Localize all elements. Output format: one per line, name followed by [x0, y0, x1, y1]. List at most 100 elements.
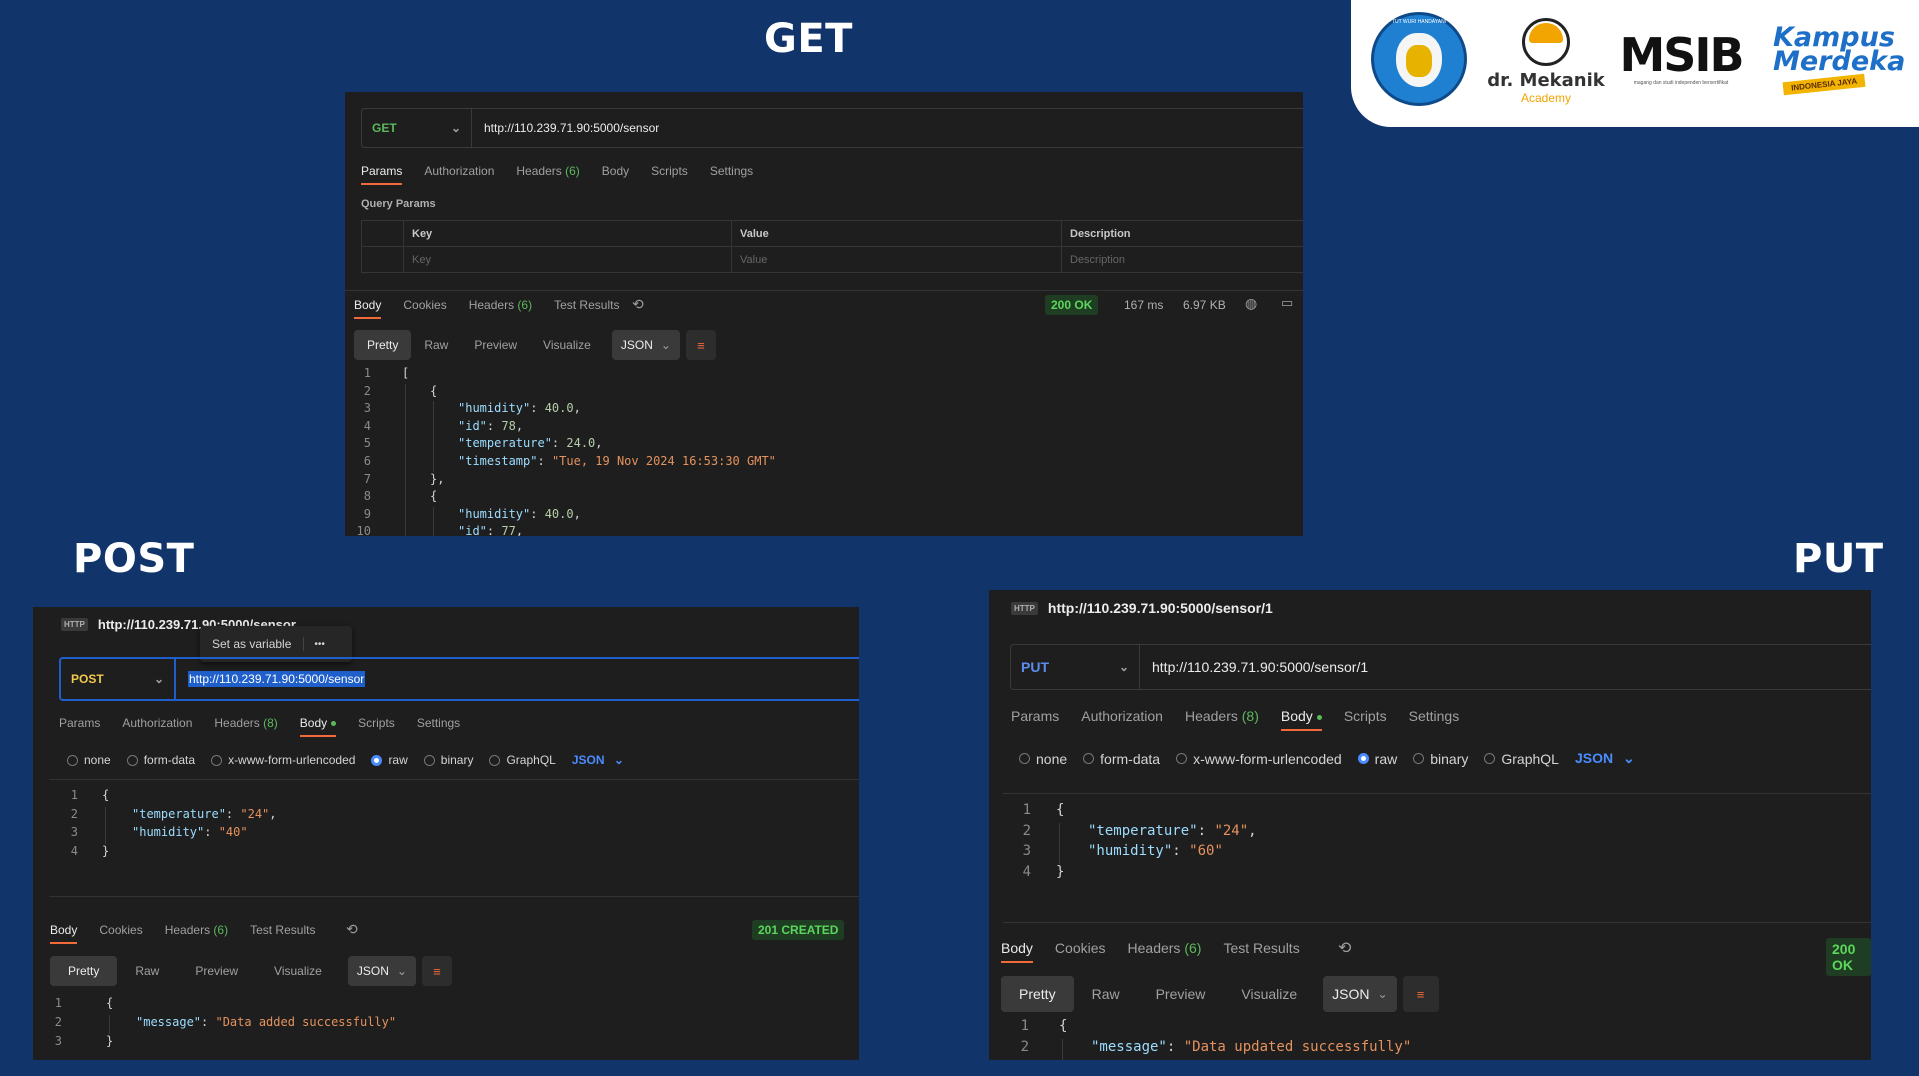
tab-scripts[interactable]: Scripts — [1344, 708, 1387, 724]
code-token: "timestamp" — [458, 454, 538, 468]
format-pretty[interactable]: Pretty — [50, 956, 118, 986]
code-text: "id": 78, — [458, 419, 523, 433]
body-type-graphql[interactable]: GraphQL — [1484, 751, 1559, 767]
format-raw[interactable]: Raw — [1074, 976, 1138, 1012]
tab-headers[interactable]: Headers (6) — [165, 923, 228, 937]
tab-authorization[interactable]: Authorization — [424, 164, 494, 178]
tab-body[interactable]: Body — [354, 298, 382, 319]
tab-params[interactable]: Params — [361, 164, 403, 185]
tab-body[interactable]: Body — [1280, 708, 1322, 731]
request-name[interactable]: http://110.239.71.90:5000/sensor/1 — [1048, 600, 1273, 616]
format-pretty[interactable]: Pretty — [1001, 976, 1074, 1012]
method-select[interactable]: GET ⌄ — [362, 109, 472, 147]
tab-cookies[interactable]: Cookies — [99, 923, 142, 937]
body-type-none[interactable]: none — [67, 753, 111, 767]
body-type-binary[interactable]: binary — [423, 753, 473, 767]
description-input[interactable]: Description — [1061, 246, 1303, 273]
tab-headers[interactable]: Headers (6) — [469, 298, 532, 312]
tab-settings[interactable]: Settings — [1409, 708, 1460, 724]
request-body-editor[interactable]: 1{2 "temperature": "24", 3 "humidity": "40"… — [49, 779, 859, 897]
format-select[interactable]: JSON ⌄ — [611, 330, 680, 360]
tab-scripts[interactable]: Scripts — [358, 716, 395, 730]
body-type-x-www-form-urlencoded[interactable]: x-www-form-urlencoded — [211, 753, 355, 767]
format-select[interactable]: JSON ⌄ — [1323, 976, 1397, 1012]
history-icon[interactable]: ⟲ — [1338, 938, 1351, 958]
format-pretty[interactable]: Pretty — [354, 330, 412, 360]
value-input[interactable]: Value — [731, 246, 1062, 273]
history-icon[interactable]: ⟲ — [632, 296, 644, 313]
format-preview[interactable]: Preview — [177, 956, 256, 986]
body-type-binary[interactable]: binary — [1413, 751, 1468, 767]
method-select[interactable]: POST ⌄ — [61, 659, 176, 699]
tab-body[interactable]: Body — [1001, 940, 1033, 963]
radio-label: none — [1036, 750, 1068, 767]
code-line: 3 "humidity": 40.0, — [345, 401, 1303, 419]
query-params-table: Key Value Description Key Value Descript… — [361, 220, 1303, 273]
tab-headers[interactable]: Headers (8) — [1185, 708, 1259, 724]
code-line: 2 "temperature": "24", — [49, 806, 859, 825]
tab-params[interactable]: Params — [1011, 708, 1059, 724]
body-type-form-data[interactable]: form-data — [126, 753, 195, 767]
format-raw[interactable]: Raw — [411, 330, 461, 360]
tab-authorization[interactable]: Authorization — [122, 716, 192, 730]
format-raw[interactable]: Raw — [117, 956, 177, 986]
format-preview[interactable]: Preview — [461, 330, 530, 360]
tab-body[interactable]: Body — [602, 164, 629, 178]
tab-authorization[interactable]: Authorization — [1081, 708, 1163, 724]
tab-cookies[interactable]: Cookies — [1055, 940, 1106, 956]
response-tabs: Body Cookies Headers (6) Test Results — [354, 298, 641, 319]
tab-count: (6) — [565, 164, 580, 178]
body-type-form-data[interactable]: form-data — [1083, 751, 1160, 767]
globe-icon[interactable]: ◍ — [1245, 295, 1257, 312]
indent-guide — [433, 506, 434, 525]
wrap-lines-icon[interactable]: ≡ — [685, 330, 716, 360]
tab-scripts[interactable]: Scripts — [651, 164, 688, 178]
body-type-graphql[interactable]: GraphQL — [489, 753, 556, 767]
tab-test-results[interactable]: Test Results — [554, 298, 619, 312]
format-visualize[interactable]: Visualize — [530, 330, 604, 360]
request-body-editor[interactable]: 1{2 "temperature": "24", 3 "humidity": "60"… — [1003, 793, 1871, 923]
tab-settings[interactable]: Settings — [417, 716, 460, 730]
url-input[interactable]: http://110.239.71.90:5000/sensor — [472, 121, 659, 135]
save-response-icon[interactable]: ▭ — [1281, 295, 1293, 311]
tab-body[interactable]: Body — [50, 923, 78, 944]
body-type-x-www-form-urlencoded[interactable]: x-www-form-urlencoded — [1176, 751, 1342, 767]
tab-params[interactable]: Params — [59, 716, 100, 730]
method-select[interactable]: PUT ⌄ — [1011, 645, 1140, 689]
body-format-select[interactable]: JSON ⌄ — [572, 753, 624, 767]
code-text: } — [102, 844, 109, 858]
body-format-select[interactable]: JSON ⌄ — [1575, 750, 1635, 767]
more-options-icon[interactable]: ••• — [304, 639, 335, 650]
method-label: PUT — [1021, 659, 1049, 675]
wrap-lines-icon[interactable]: ≡ — [1402, 976, 1439, 1012]
format-visualize[interactable]: Visualize — [1223, 976, 1315, 1012]
tab-headers[interactable]: Headers (6) — [516, 164, 579, 178]
code-token: { — [1059, 1018, 1068, 1034]
code-token: "temperature" — [132, 806, 226, 821]
set-as-variable-button[interactable]: Set as variable — [200, 637, 305, 651]
tab-settings[interactable]: Settings — [710, 164, 753, 178]
tab-headers[interactable]: Headers (6) — [1128, 940, 1202, 956]
tab-body[interactable]: Body — [299, 716, 337, 737]
history-icon[interactable]: ⟲ — [346, 921, 358, 938]
format-visualize[interactable]: Visualize — [256, 956, 340, 986]
key-input[interactable]: Key — [403, 246, 732, 273]
url-input[interactable]: http://110.239.71.90:5000/sensor/1 — [1140, 659, 1368, 675]
body-type-options: none form-data x-www-form-urlencoded raw bin… — [67, 753, 624, 767]
tab-test-results[interactable]: Test Results — [250, 923, 315, 937]
indent-guide — [405, 524, 406, 536]
code-line: 2 "message": "Data added successfully" — [33, 1015, 859, 1034]
tab-cookies[interactable]: Cookies — [403, 298, 446, 312]
tab-headers[interactable]: Headers (8) — [214, 716, 277, 730]
wrap-lines-icon[interactable]: ≡ — [421, 956, 452, 986]
body-type-raw[interactable]: raw — [1357, 751, 1397, 767]
code-text: { — [106, 996, 113, 1010]
tab-test-results[interactable]: Test Results — [1223, 940, 1299, 956]
format-preview[interactable]: Preview — [1138, 976, 1224, 1012]
format-select[interactable]: JSON ⌄ — [347, 956, 416, 986]
url-input[interactable]: http://110.239.71.90:5000/sensor — [176, 671, 366, 687]
body-type-raw[interactable]: raw — [371, 753, 408, 767]
tab-label: Cookies — [99, 923, 143, 937]
body-type-none[interactable]: none — [1019, 751, 1067, 767]
code-line: 2{ — [345, 383, 1303, 402]
